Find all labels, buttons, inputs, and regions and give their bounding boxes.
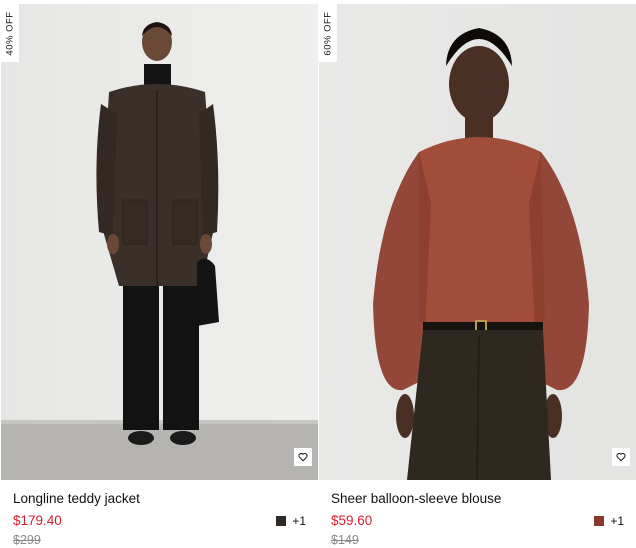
original-price: $299	[13, 533, 41, 547]
heart-icon	[298, 452, 308, 462]
sale-price: $179.40	[13, 513, 62, 528]
product-card[interactable]: 40% OFF Longline teddy jacket $179.40 +1…	[1, 0, 318, 548]
product-grid: 40% OFF Longline teddy jacket $179.40 +1…	[0, 0, 636, 548]
color-swatches: +1	[594, 514, 624, 528]
sale-price: $59.60	[331, 513, 373, 528]
price-row: $59.60 +1	[331, 511, 626, 531]
product-card[interactable]: 60% OFF Sheer balloon-sleeve blouse $59.…	[319, 0, 636, 548]
wishlist-button[interactable]	[294, 448, 312, 466]
price-row: $179.40 +1	[13, 511, 308, 531]
discount-badge-text: 40% OFF	[4, 10, 16, 56]
product-image[interactable]	[319, 4, 636, 480]
color-swatches: +1	[276, 514, 306, 528]
discount-badge-text: 60% OFF	[322, 10, 334, 56]
wishlist-button[interactable]	[612, 448, 630, 466]
product-info: Sheer balloon-sleeve blouse $59.60 +1 $1…	[331, 490, 626, 548]
product-info: Longline teddy jacket $179.40 +1 $299	[13, 490, 308, 548]
original-price: $149	[331, 533, 359, 547]
color-swatch[interactable]	[276, 516, 287, 526]
product-image[interactable]	[1, 4, 318, 480]
product-name[interactable]: Sheer balloon-sleeve blouse	[331, 490, 626, 508]
more-colors[interactable]: +1	[292, 514, 306, 528]
product-name[interactable]: Longline teddy jacket	[13, 490, 308, 508]
more-colors[interactable]: +1	[610, 514, 624, 528]
discount-badge: 60% OFF	[319, 4, 337, 62]
color-swatch[interactable]	[594, 516, 605, 526]
heart-icon	[616, 452, 626, 462]
discount-badge: 40% OFF	[1, 4, 19, 62]
